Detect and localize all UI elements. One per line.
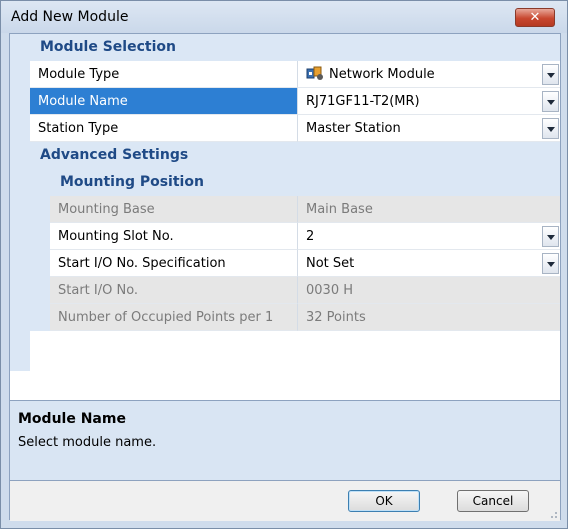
resize-grip-icon[interactable]: [548, 509, 558, 519]
cancel-button[interactable]: Cancel: [457, 490, 529, 512]
property-label: Module Name: [30, 88, 298, 115]
dialog-title: Add New Module: [11, 9, 129, 25]
property-label: Module Type: [30, 61, 298, 88]
property-grid: Module Selection Module Type Network Mod…: [10, 34, 560, 400]
add-new-module-dialog: Add New Module ✕ Module Selection Module…: [0, 0, 568, 529]
row-start-io: Start I/O No. 0030 H: [10, 277, 560, 304]
mounting-slot-dropdown[interactable]: 2: [298, 223, 560, 250]
row-module-name[interactable]: Module Name RJ71GF11-T2(MR): [10, 88, 560, 115]
start-io-value: 0030 H: [298, 277, 560, 304]
module-name-dropdown[interactable]: RJ71GF11-T2(MR): [298, 88, 560, 115]
chevron-down-icon[interactable]: [542, 226, 559, 247]
category-mounting-position[interactable]: Mounting Position: [10, 169, 560, 196]
property-label: Start I/O No. Specification: [50, 250, 298, 277]
module-type-dropdown[interactable]: Network Module: [298, 61, 560, 88]
row-station-type[interactable]: Station Type Master Station: [10, 115, 560, 142]
mounting-base-value: Main Base: [298, 196, 560, 223]
category-label: Advanced Settings: [40, 147, 189, 163]
start-io-spec-value: Not Set: [306, 256, 355, 271]
property-label: Number of Occupied Points per 1: [50, 304, 298, 331]
description-text: Select module name.: [18, 435, 157, 450]
row-module-type[interactable]: Module Type Network Module: [10, 61, 560, 88]
module-name-value: RJ71GF11-T2(MR): [306, 94, 420, 109]
property-label: Mounting Base: [50, 196, 298, 223]
dialog-body: Module Selection Module Type Network Mod…: [9, 33, 561, 521]
chevron-down-icon[interactable]: [542, 253, 559, 274]
chevron-down-icon[interactable]: [542, 64, 559, 85]
row-mounting-slot[interactable]: Mounting Slot No. 2: [10, 223, 560, 250]
button-bar: OK Cancel: [10, 480, 560, 521]
category-module-selection[interactable]: Module Selection: [10, 34, 560, 61]
title-bar[interactable]: Add New Module ✕: [1, 1, 567, 33]
property-label: Station Type: [30, 115, 298, 142]
description-title: Module Name: [18, 411, 126, 427]
row-start-io-spec[interactable]: Start I/O No. Specification Not Set: [10, 250, 560, 277]
chevron-down-icon[interactable]: [542, 91, 559, 112]
start-io-spec-dropdown[interactable]: Not Set: [298, 250, 560, 277]
property-label: Start I/O No.: [50, 277, 298, 304]
station-type-value: Master Station: [306, 121, 401, 136]
category-label: Module Selection: [40, 39, 176, 55]
row-mounting-base: Mounting Base Main Base: [10, 196, 560, 223]
property-label: Mounting Slot No.: [50, 223, 298, 250]
network-module-icon: [306, 63, 324, 80]
module-type-value: Network Module: [329, 67, 435, 82]
occupied-points-value: 32 Points: [298, 304, 560, 331]
mounting-slot-value: 2: [306, 229, 315, 244]
row-occupied-points: Number of Occupied Points per 1 32 Point…: [10, 304, 560, 331]
ok-button[interactable]: OK: [348, 490, 420, 512]
description-panel: Module Name Select module name.: [10, 400, 560, 480]
close-button[interactable]: ✕: [515, 8, 555, 27]
category-label: Mounting Position: [60, 174, 204, 190]
close-icon: ✕: [529, 10, 541, 25]
station-type-dropdown[interactable]: Master Station: [298, 115, 560, 142]
chevron-down-icon[interactable]: [542, 118, 559, 139]
category-advanced-settings[interactable]: Advanced Settings: [10, 142, 560, 169]
